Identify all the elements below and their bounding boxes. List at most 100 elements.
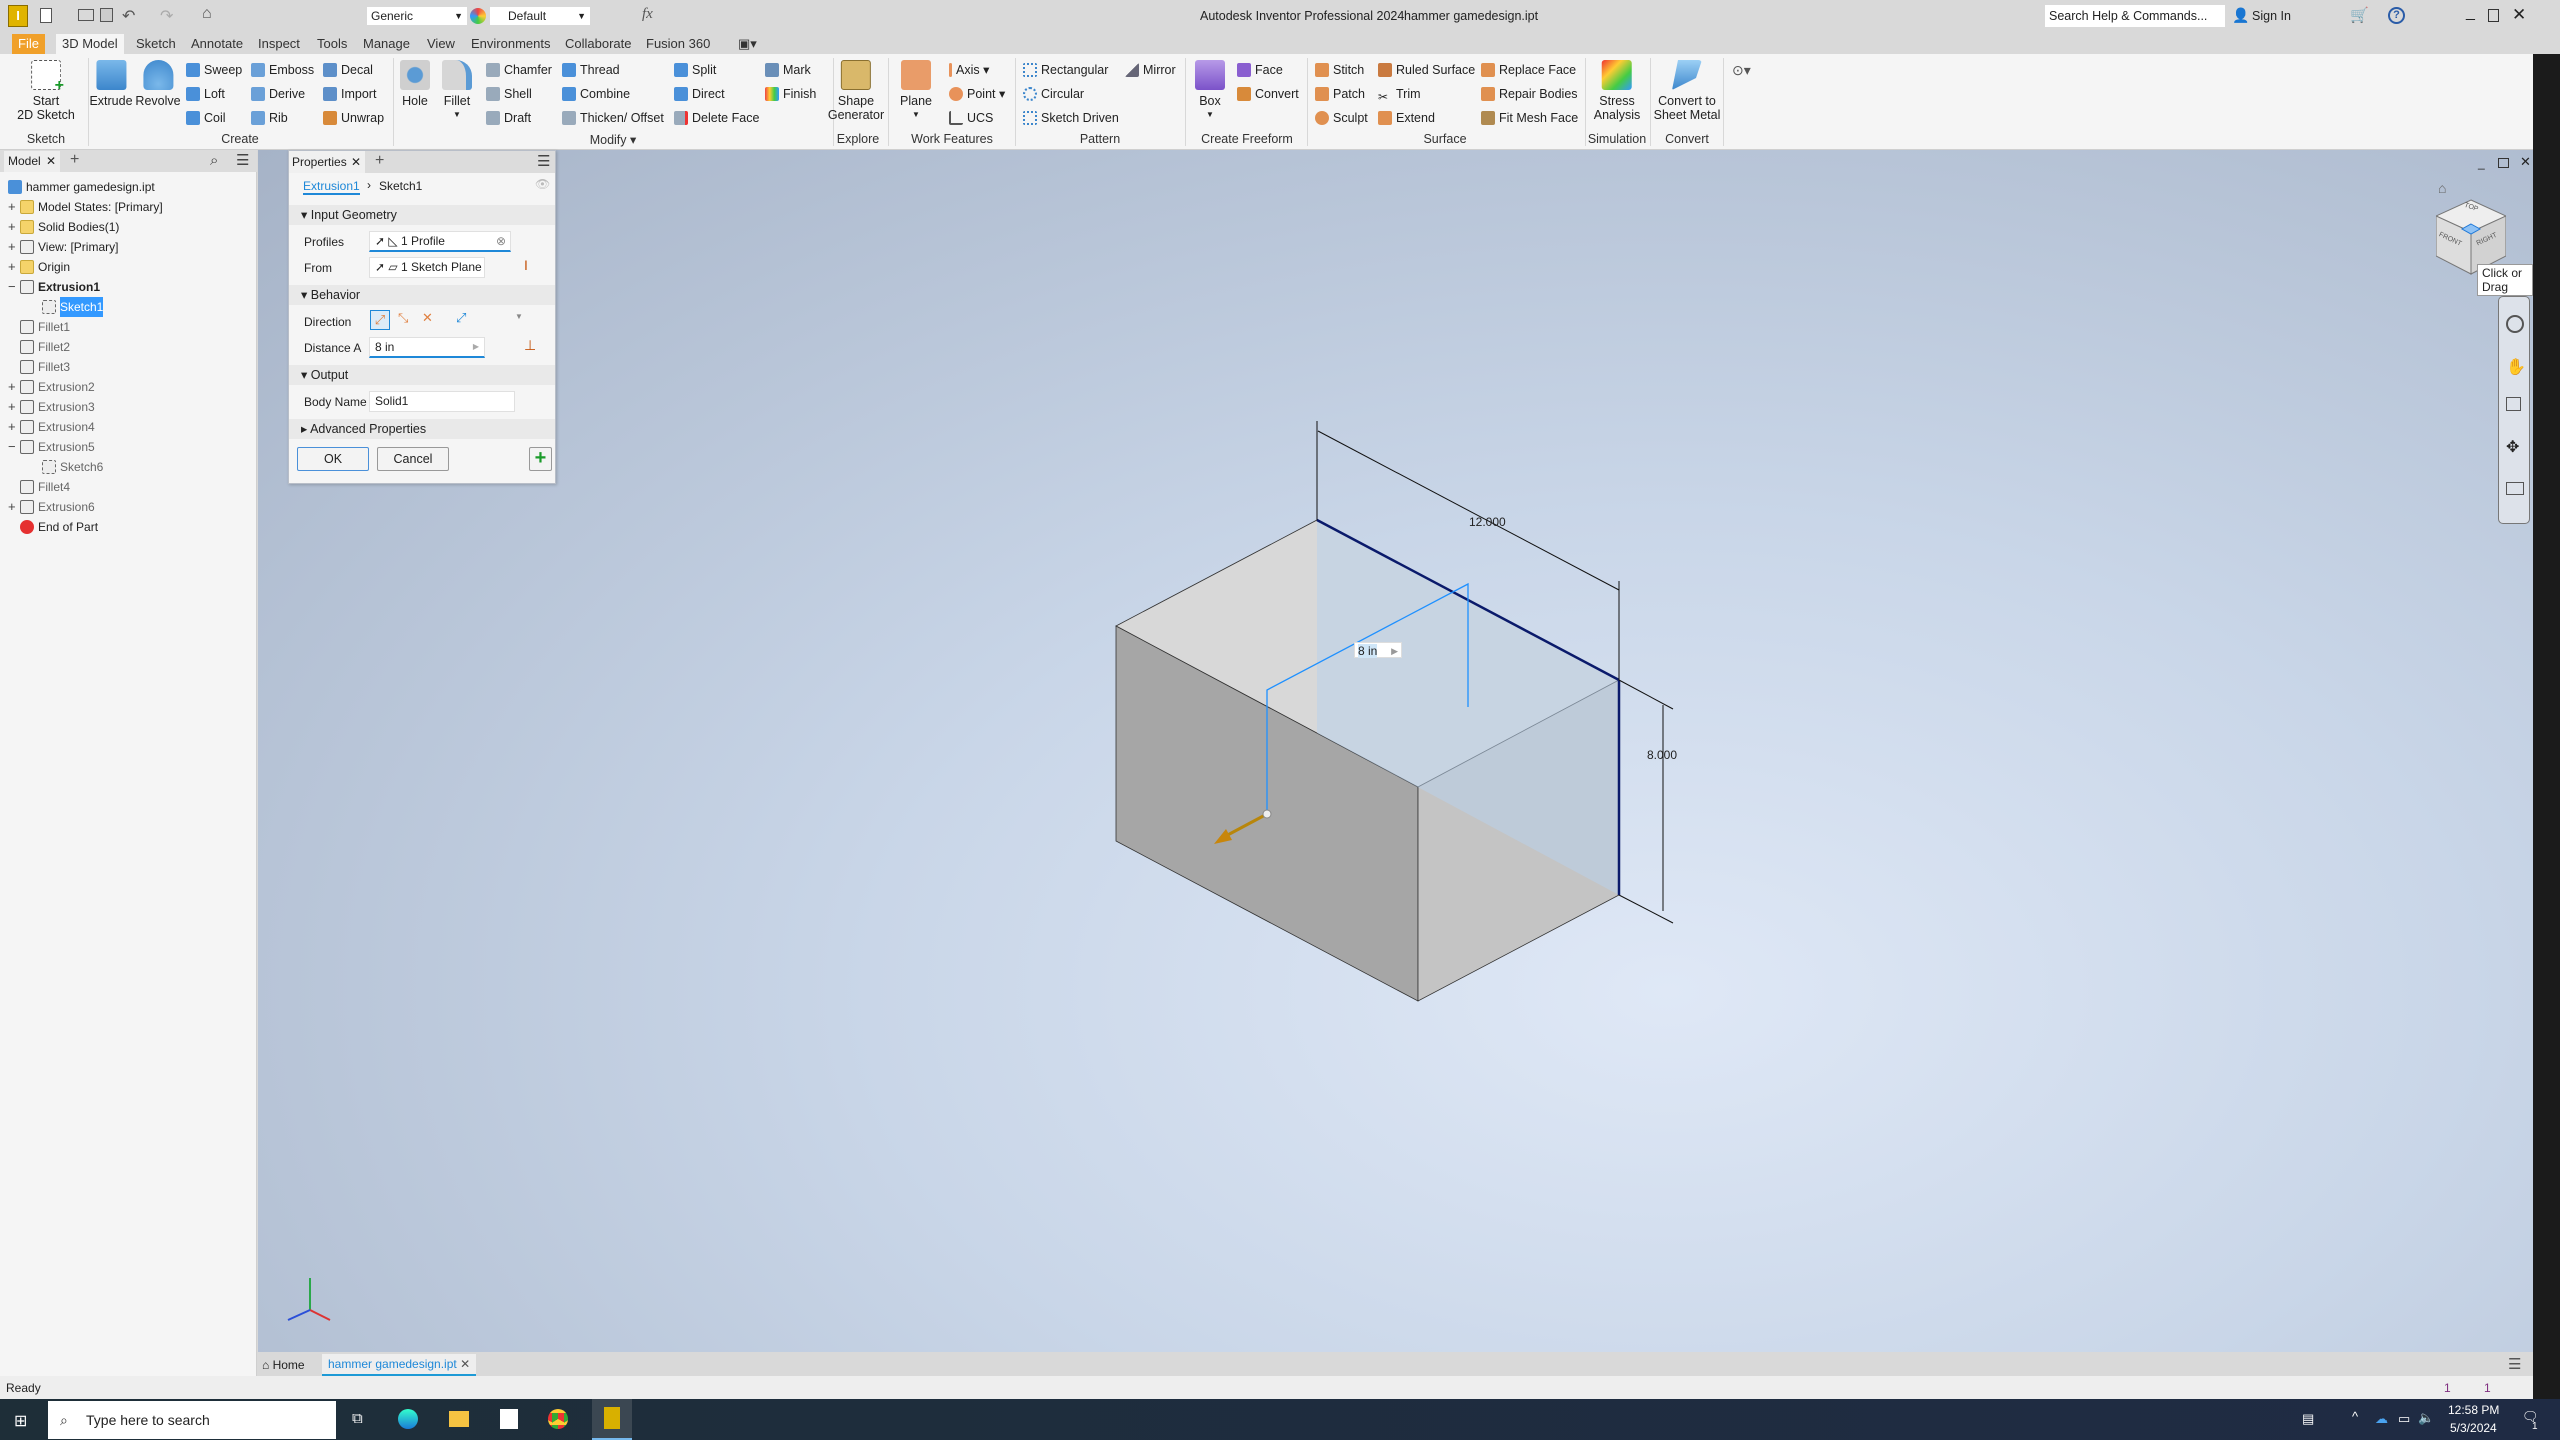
- drag-handle[interactable]: [1262, 809, 1272, 819]
- chamfer-button[interactable]: Chamfer: [486, 60, 552, 80]
- tree-item[interactable]: − Extrusion5: [8, 437, 95, 457]
- shell-button[interactable]: Shell: [486, 84, 532, 104]
- tree-item[interactable]: End of Part: [8, 517, 98, 537]
- clock-date[interactable]: 5/3/2024: [2450, 1421, 2497, 1435]
- expand-toggle-icon[interactable]: +: [8, 417, 20, 437]
- expand-toggle-icon[interactable]: +: [8, 217, 20, 237]
- tree-item[interactable]: Fillet2: [8, 337, 70, 357]
- tree-item[interactable]: + Extrusion2: [8, 377, 95, 397]
- tree-item[interactable]: Sketch1: [42, 297, 104, 317]
- menu-icon[interactable]: ☰: [537, 152, 550, 170]
- save-icon[interactable]: [100, 8, 113, 22]
- look-at-icon[interactable]: [2506, 482, 2524, 495]
- task-view-icon[interactable]: ⧉: [352, 1410, 363, 1427]
- profiles-selector[interactable]: ➚ ◺ 1 Profile ⊗: [369, 231, 511, 252]
- tab-view[interactable]: View: [421, 34, 461, 54]
- convert-to-sheet-metal-button[interactable]: Convert to Sheet Metal: [1654, 60, 1720, 122]
- point-button[interactable]: Point ▾: [949, 84, 1005, 104]
- axis-button[interactable]: Axis ▾: [949, 60, 989, 80]
- search-help-input[interactable]: Search Help & Commands...: [2045, 5, 2225, 27]
- steering-wheel-icon[interactable]: [2506, 315, 2524, 333]
- tab-sketch[interactable]: Sketch: [130, 34, 182, 54]
- rib-button[interactable]: Rib: [251, 108, 288, 128]
- tray-chevron-icon[interactable]: ^: [2352, 1409, 2358, 1424]
- fillet-button[interactable]: Fillet ▼: [442, 60, 472, 122]
- clock-time[interactable]: 12:58 PM: [2448, 1403, 2499, 1417]
- from-selector[interactable]: ➚ ▱ 1 Sketch Plane: [369, 257, 485, 278]
- model-canvas[interactable]: [258, 150, 2533, 1352]
- convert-freeform-button[interactable]: Convert: [1237, 84, 1299, 104]
- zoom-window-icon[interactable]: [2506, 397, 2521, 411]
- tab-annotate[interactable]: Annotate: [185, 34, 249, 54]
- close-document-icon[interactable]: ✕: [460, 1357, 470, 1371]
- expand-toggle-icon[interactable]: +: [8, 377, 20, 397]
- tab-model[interactable]: Model ✕: [4, 151, 60, 172]
- tab-inspect[interactable]: Inspect: [252, 34, 306, 54]
- search-icon[interactable]: ⌕: [210, 152, 218, 169]
- section-output[interactable]: ▾ Output: [289, 365, 555, 385]
- breadcrumb-extrusion1[interactable]: Extrusion1: [303, 179, 360, 195]
- emboss-button[interactable]: Emboss: [251, 60, 314, 80]
- extents-type-icon[interactable]: ⊥: [524, 337, 536, 354]
- clear-selection-icon[interactable]: ⊗: [496, 232, 506, 250]
- volume-icon[interactable]: 🔈: [2418, 1410, 2434, 1426]
- tree-item[interactable]: + Model States: [Primary]: [8, 197, 163, 217]
- viewcube[interactable]: TOP FRONT RIGHT: [2434, 198, 2508, 275]
- start-2d-sketch-button[interactable]: + Start 2D Sketch: [17, 60, 75, 122]
- close-properties-icon[interactable]: ✕: [351, 151, 361, 173]
- direction-asymmetric-button[interactable]: ⤢: [456, 310, 466, 326]
- tree-item[interactable]: − Extrusion1: [8, 277, 100, 297]
- hole-button[interactable]: Hole: [400, 60, 430, 108]
- taskbar-search-input[interactable]: ⌕ Type here to search: [48, 1401, 336, 1439]
- expand-toggle-icon[interactable]: +: [8, 197, 20, 217]
- shape-generator-button[interactable]: Shape Generator: [828, 60, 884, 122]
- tree-item[interactable]: Fillet1: [8, 317, 70, 337]
- inventor-taskbar-icon[interactable]: [592, 1399, 632, 1440]
- news-icon[interactable]: ▤: [2302, 1411, 2314, 1427]
- apply-add-button[interactable]: +: [529, 447, 552, 471]
- group-label-modify[interactable]: Modify ▾: [590, 132, 637, 147]
- revolve-button[interactable]: Revolve: [135, 60, 181, 108]
- chrome-icon[interactable]: [548, 1409, 568, 1429]
- sketch-driven-pattern-button[interactable]: Sketch Driven: [1023, 108, 1119, 128]
- finish-button[interactable]: Finish: [765, 84, 816, 104]
- extend-button[interactable]: Extend: [1378, 108, 1435, 128]
- extents-icon[interactable]: I: [524, 257, 528, 273]
- expand-toggle-icon[interactable]: +: [8, 497, 20, 517]
- file-explorer-icon[interactable]: [449, 1411, 469, 1427]
- tree-item[interactable]: hammer gamedesign.ipt: [8, 177, 155, 197]
- direction-dropdown-icon[interactable]: ▼: [515, 312, 523, 321]
- expand-toggle-icon[interactable]: +: [8, 237, 20, 257]
- tab-fusion-360[interactable]: Fusion 360: [640, 34, 716, 54]
- derive-button[interactable]: Derive: [251, 84, 305, 104]
- ruled-surface-button[interactable]: Ruled Surface: [1378, 60, 1475, 80]
- stitch-button[interactable]: Stitch: [1315, 60, 1364, 80]
- add-tab-icon[interactable]: +: [375, 152, 384, 170]
- visibility-eye-icon[interactable]: 👁: [535, 177, 550, 191]
- tree-item[interactable]: + Extrusion4: [8, 417, 95, 437]
- expand-toggle-icon[interactable]: +: [8, 397, 20, 417]
- close-tab-icon[interactable]: ✕: [46, 151, 56, 172]
- play-arrow-icon[interactable]: ▶: [1391, 643, 1398, 659]
- tree-item[interactable]: + View: [Primary]: [8, 237, 118, 257]
- face-button[interactable]: Face: [1237, 60, 1283, 80]
- home-icon[interactable]: ⌂: [202, 5, 212, 23]
- draft-button[interactable]: Draft: [486, 108, 531, 128]
- tree-item[interactable]: + Solid Bodies(1): [8, 217, 119, 237]
- play-arrow-icon[interactable]: ▶: [473, 338, 479, 356]
- windows-start-icon[interactable]: ⊞: [14, 1411, 27, 1431]
- cart-icon[interactable]: 🛒: [2350, 6, 2369, 24]
- material-selector[interactable]: Generic ▼: [367, 7, 467, 25]
- sculpt-button[interactable]: Sculpt: [1315, 108, 1368, 128]
- new-icon[interactable]: [40, 8, 52, 23]
- store-icon[interactable]: [500, 1409, 518, 1429]
- body-name-input[interactable]: Solid1: [369, 391, 515, 412]
- mirror-button[interactable]: Mirror: [1125, 60, 1176, 80]
- tree-item[interactable]: + Origin: [8, 257, 70, 277]
- combine-button[interactable]: Combine: [562, 84, 630, 104]
- tree-item[interactable]: Fillet4: [8, 477, 70, 497]
- viewport-minimize-icon[interactable]: _: [2478, 156, 2485, 170]
- ribbon-display-options-icon[interactable]: ▣▾: [732, 34, 763, 54]
- redo-icon[interactable]: ↷: [160, 6, 173, 26]
- tab-tools[interactable]: Tools: [311, 34, 353, 54]
